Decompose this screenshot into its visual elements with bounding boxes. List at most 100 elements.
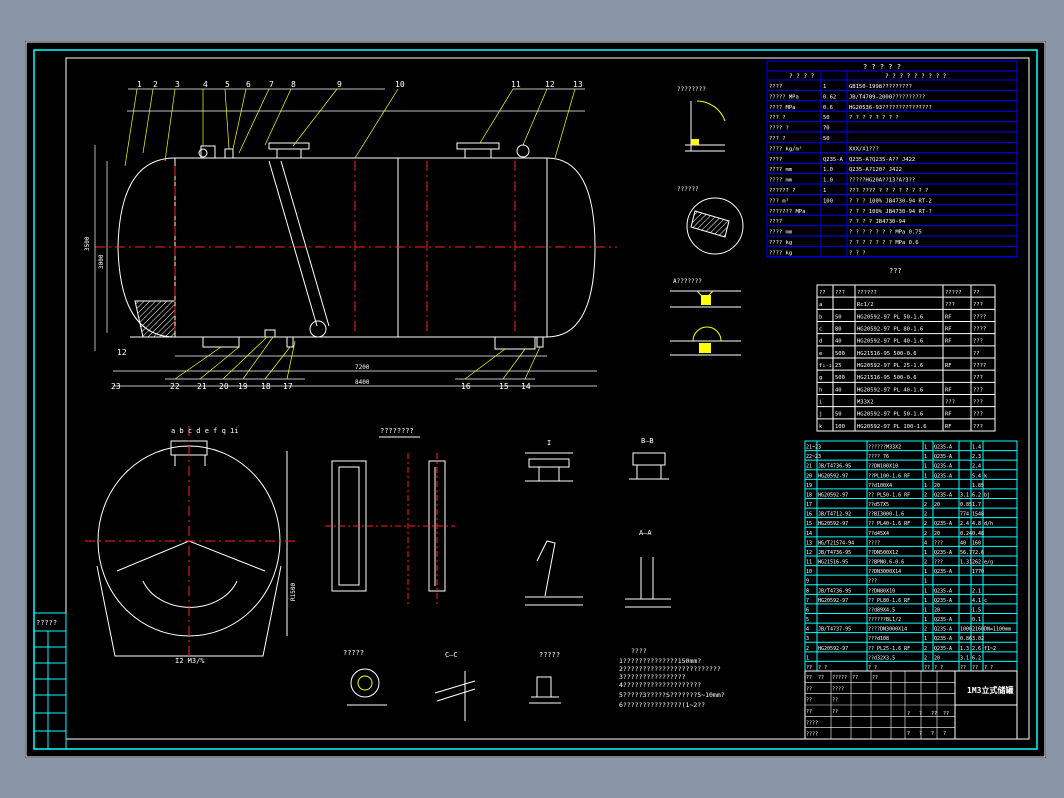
balloon-3: 3 <box>175 80 180 89</box>
spec-cell-label: ???? mm <box>769 167 793 173</box>
parts-cell: 2.4 <box>960 521 969 527</box>
title-sub-cell: ? <box>919 711 922 717</box>
balloon-15: 15 <box>499 382 509 391</box>
spec-cell-label: ???? ? <box>769 126 789 132</box>
parts-cell: 0.24 <box>960 531 972 537</box>
balloon-20: 20 <box>219 382 229 391</box>
parts-cell: ??DN500X12 <box>868 550 898 556</box>
balloon-numbers-top: 1 2 3 4 5 6 7 8 9 10 11 12 13 <box>137 80 583 89</box>
parts-cell: 0.1 <box>972 617 981 623</box>
balloon-12: 12 <box>545 80 555 89</box>
balloons-top <box>124 88 585 167</box>
title-cell: ?? <box>818 675 824 681</box>
nozzle-cell: ??? <box>945 400 955 406</box>
spec-cell-label: ???? mm <box>769 178 793 184</box>
parts-cell: JB/T4737-95 <box>818 627 851 633</box>
balloon-23: 23 <box>111 382 121 391</box>
parts-cell: 2 <box>924 627 927 633</box>
parts-cell: 22~23 <box>806 454 821 460</box>
parts-cell: 1 <box>924 607 927 613</box>
parts-cell: HG20592-97 <box>818 473 848 479</box>
nozzle-cell: 500 <box>835 375 845 381</box>
note-1: 1??????????????150mm? <box>619 657 701 665</box>
parts-cell: 1 <box>924 464 927 470</box>
title-rows: ????????????????????????????????????????… <box>805 671 955 740</box>
nozzle-cell: f₁₋₂ <box>819 363 832 369</box>
parts-cell: 3.1 <box>960 492 969 498</box>
title-cell: ?? <box>832 709 838 715</box>
parts-header-cell: ? ? <box>934 665 943 671</box>
parts-cell: 1.31 <box>960 560 972 566</box>
parts-cell: Q235-A <box>934 464 952 470</box>
detail-nozzle-round <box>347 668 387 706</box>
parts-cell: JB/T4736-95 <box>818 464 851 470</box>
nozzle-cell: RF <box>945 412 952 418</box>
parts-cell: Q235-A <box>934 550 952 556</box>
balloon-11: 11 <box>511 80 521 89</box>
detail-i-label: I <box>547 439 551 447</box>
title-sub2-cell: ? <box>919 731 922 737</box>
spec-cell-label: ??? ? <box>769 136 786 142</box>
nozzle-cell: RF <box>945 327 952 333</box>
weld-details <box>670 100 744 356</box>
nozzle-header-cell: ??? <box>835 290 845 296</box>
inner-frame <box>33 49 1038 750</box>
parts-cell: e/g <box>984 560 993 566</box>
parts-cell: 2.6 <box>972 646 981 652</box>
detail-2-title: ???????? <box>677 86 706 93</box>
parts-cell: Q235-A <box>934 521 952 527</box>
nozzle-cell: HG20592-97 PL 50-1.6 <box>857 412 923 418</box>
note-2: 2????????????????????????? <box>619 665 721 673</box>
balloon-18: 18 <box>261 382 271 391</box>
parts-cell: 14 <box>806 531 812 537</box>
spec-cell-value: 50 <box>823 136 830 142</box>
spec-cell-label: ???? MPa <box>769 105 796 111</box>
parts-cell: 2160 <box>972 627 984 633</box>
vessel-dimensions <box>94 110 597 387</box>
spec-sub-right: ? ? ? ? ? ? ? ? ? <box>885 73 947 80</box>
parts-cell: 0.85 <box>960 502 972 508</box>
spec-cell-value: 1 <box>823 84 826 90</box>
parts-header-cell: ?? <box>806 665 812 671</box>
parts-cell: 1 <box>924 454 927 460</box>
cad-drawing: ????? 7200 8400 3500 3000 1 2 3 4 5 6 7 … <box>25 41 1046 758</box>
ladder-detail <box>331 436 446 592</box>
nozzle-header-cell: ????? <box>945 290 962 296</box>
parts-cell: 1548 <box>972 512 984 518</box>
nozzle-cell: ??? <box>945 302 955 308</box>
dim-overall-length: 8400 <box>355 379 370 386</box>
parts-cell: ?? PL50-1.6 RF <box>868 492 910 498</box>
title-sub2-cell: ? <box>907 731 910 737</box>
spec-cell-label: ???? mm <box>769 230 793 236</box>
parts-cell: HG/T21574-94 <box>818 540 854 546</box>
ladder-title: ???????? <box>380 427 414 435</box>
parts-cell: ??? <box>934 560 943 566</box>
spec-cell-label: ??????? MPa <box>769 209 805 215</box>
spec-cell-label: ???? kg <box>769 250 792 256</box>
parts-cell: 13 <box>806 540 812 546</box>
nozzle-cell: ??? <box>973 339 983 345</box>
parts-cell: 2 <box>924 502 927 508</box>
detail-support <box>529 676 561 704</box>
parts-cell: ??DN3000X14 <box>868 569 901 575</box>
spec-cell-value: 100 <box>823 198 833 204</box>
spec-cell-desc: ? ? ? 100% JB4730-94 RT-? <box>849 209 932 215</box>
parts-cell: 3.02 <box>972 636 984 642</box>
parts-cell: 8 <box>806 588 809 594</box>
parts-cell: 7 <box>806 598 809 604</box>
nozzle-table: ??? ???????????????? ??a Rc1/2??? ???b 50 HG2… <box>816 267 996 432</box>
dim-diameter: 3000 <box>98 254 105 269</box>
note-4: 4???????????????????? <box>619 681 701 689</box>
spec-cell-label: ?????? ? <box>769 188 796 194</box>
balloon-6: 6 <box>246 80 251 89</box>
parts-cell: Q235-A <box>934 627 952 633</box>
balloon-7: 7 <box>269 80 274 89</box>
parts-cell: f1~2 <box>984 646 996 652</box>
parts-cell: 2 <box>806 646 809 652</box>
revision-block: ????? <box>33 612 67 750</box>
parts-cell: 40 <box>960 540 966 546</box>
balloon-17: 17 <box>283 382 293 391</box>
section-c-c: C—C <box>445 651 458 659</box>
notes-title: ???? <box>631 647 647 655</box>
title-cell: ?? <box>806 686 812 692</box>
